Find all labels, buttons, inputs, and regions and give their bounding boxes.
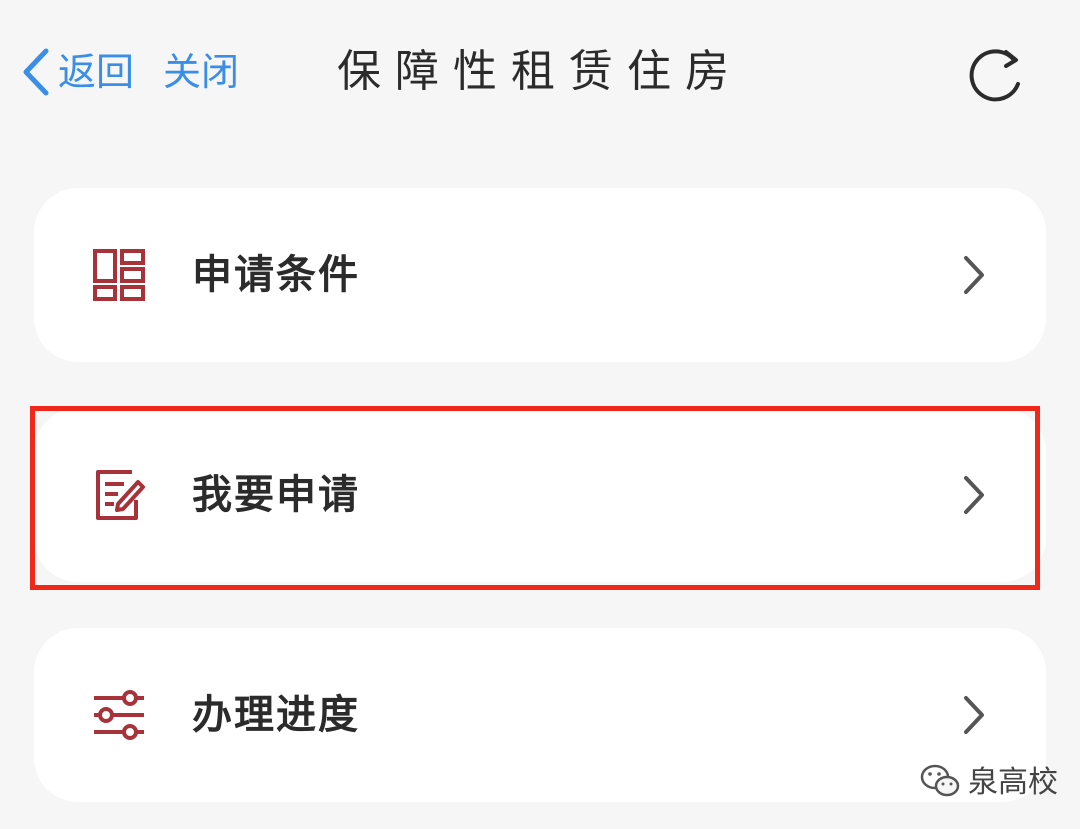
chevron-right-icon [958, 254, 988, 296]
watermark: 泉高校 [920, 760, 1058, 806]
top-bar: 返回 关闭 保障性租赁住房 [0, 0, 1080, 140]
menu-item-conditions[interactable]: 申请条件 [34, 188, 1046, 362]
grid-layout-icon [92, 248, 146, 302]
menu-item-progress[interactable]: 办理进度 [34, 628, 1046, 802]
chevron-right-icon [958, 694, 988, 736]
page-title: 保障性租赁住房 [337, 46, 743, 97]
edit-form-icon [92, 468, 146, 522]
chevron-left-icon [18, 47, 54, 97]
chevron-right-icon [958, 474, 988, 516]
close-button[interactable]: 关闭 [163, 44, 239, 100]
menu-item-label: 我要申请 [192, 472, 360, 518]
refresh-icon [962, 49, 1030, 112]
menu-item-apply[interactable]: 我要申请 [34, 408, 1046, 582]
sliders-icon [92, 688, 146, 742]
menu-item-label: 申请条件 [192, 252, 360, 298]
back-label: 返回 [58, 50, 135, 94]
back-button[interactable]: 返回 [18, 44, 134, 100]
watermark-text: 泉高校 [968, 765, 1058, 800]
refresh-button[interactable] [962, 40, 1030, 108]
menu-item-label: 办理进度 [192, 692, 360, 738]
wechat-icon [920, 764, 960, 802]
